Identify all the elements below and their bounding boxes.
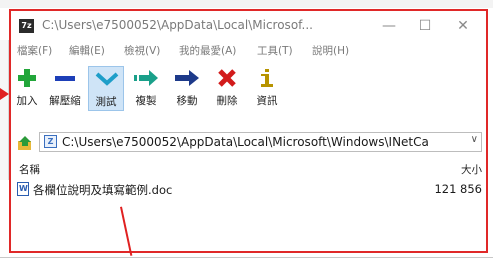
move-arrow-icon	[175, 70, 199, 86]
path-input[interactable]: Z C:\Users\e7500052\AppData\Local\Micros…	[39, 132, 482, 152]
add-label: 加入	[16, 95, 38, 107]
column-name[interactable]: 名稱	[19, 162, 40, 177]
delete-x-icon	[218, 69, 236, 87]
minimize-button[interactable]: —	[372, 15, 406, 37]
minus-icon	[55, 76, 75, 81]
menu-bar: 檔案(F) 編輯(E) 檢視(V) 我的最愛(A) 工具(T) 說明(H)	[11, 43, 486, 61]
delete-label: 刪除	[216, 95, 238, 107]
menu-help[interactable]: 說明(H)	[312, 43, 349, 58]
background-divider	[0, 257, 493, 258]
check-chevron-icon	[95, 72, 119, 86]
delete-button[interactable]: 刪除	[209, 66, 245, 111]
test-label: 測試	[95, 96, 117, 108]
menu-file[interactable]: 檔案(F)	[17, 43, 52, 58]
archive-window: 7z C:\Users\e7500052\AppData\Local\Micro…	[9, 9, 488, 253]
info-button[interactable]: 資訊	[249, 66, 285, 111]
info-label: 資訊	[256, 95, 278, 107]
plus-icon	[18, 69, 36, 87]
background-panel	[0, 40, 9, 180]
maximize-button[interactable]: ☐	[408, 15, 442, 37]
test-button[interactable]: 測試	[88, 66, 124, 111]
move-label: 移動	[176, 95, 198, 107]
menu-tools[interactable]: 工具(T)	[257, 43, 293, 58]
file-size: 121 856	[434, 182, 482, 196]
archive-path-icon: Z	[44, 135, 57, 148]
menu-edit[interactable]: 編輯(E)	[69, 43, 105, 58]
chevron-down-icon[interactable]: ∨	[471, 134, 478, 145]
copy-label: 複製	[135, 95, 157, 107]
extract-button[interactable]: 解壓縮	[45, 66, 85, 111]
path-text: C:\Users\e7500052\AppData\Local\Microsof…	[62, 135, 429, 149]
file-row[interactable]: 各欄位說明及填寫範例.doc 121 856	[11, 181, 486, 199]
background-strip	[0, 0, 493, 8]
menu-view[interactable]: 檢視(V)	[124, 43, 160, 58]
toolbar: 加入 解壓縮 測試 複製 移動 刪除 資訊	[11, 66, 486, 121]
7zip-app-icon: 7z	[19, 19, 34, 33]
info-icon	[261, 69, 273, 87]
close-button[interactable]: ✕	[446, 15, 480, 37]
title-bar[interactable]: 7z C:\Users\e7500052\AppData\Local\Micro…	[11, 11, 486, 41]
move-button[interactable]: 移動	[168, 66, 206, 111]
copy-button[interactable]: 複製	[128, 66, 164, 111]
file-list-header: 名稱 大小	[11, 162, 486, 178]
copy-arrow-icon	[134, 70, 158, 86]
extract-label: 解壓縮	[49, 95, 81, 107]
red-arrow-annotation	[0, 88, 9, 100]
menu-favorites[interactable]: 我的最愛(A)	[179, 43, 236, 58]
file-name: 各欄位說明及填寫範例.doc	[33, 183, 173, 197]
address-bar: Z C:\Users\e7500052\AppData\Local\Micros…	[11, 132, 486, 154]
window-title: C:\Users\e7500052\AppData\Local\Microsof…	[42, 18, 313, 32]
up-folder-icon[interactable]	[17, 135, 33, 151]
add-button[interactable]: 加入	[13, 66, 41, 111]
column-size[interactable]: 大小	[461, 162, 482, 177]
word-doc-icon	[17, 182, 29, 196]
